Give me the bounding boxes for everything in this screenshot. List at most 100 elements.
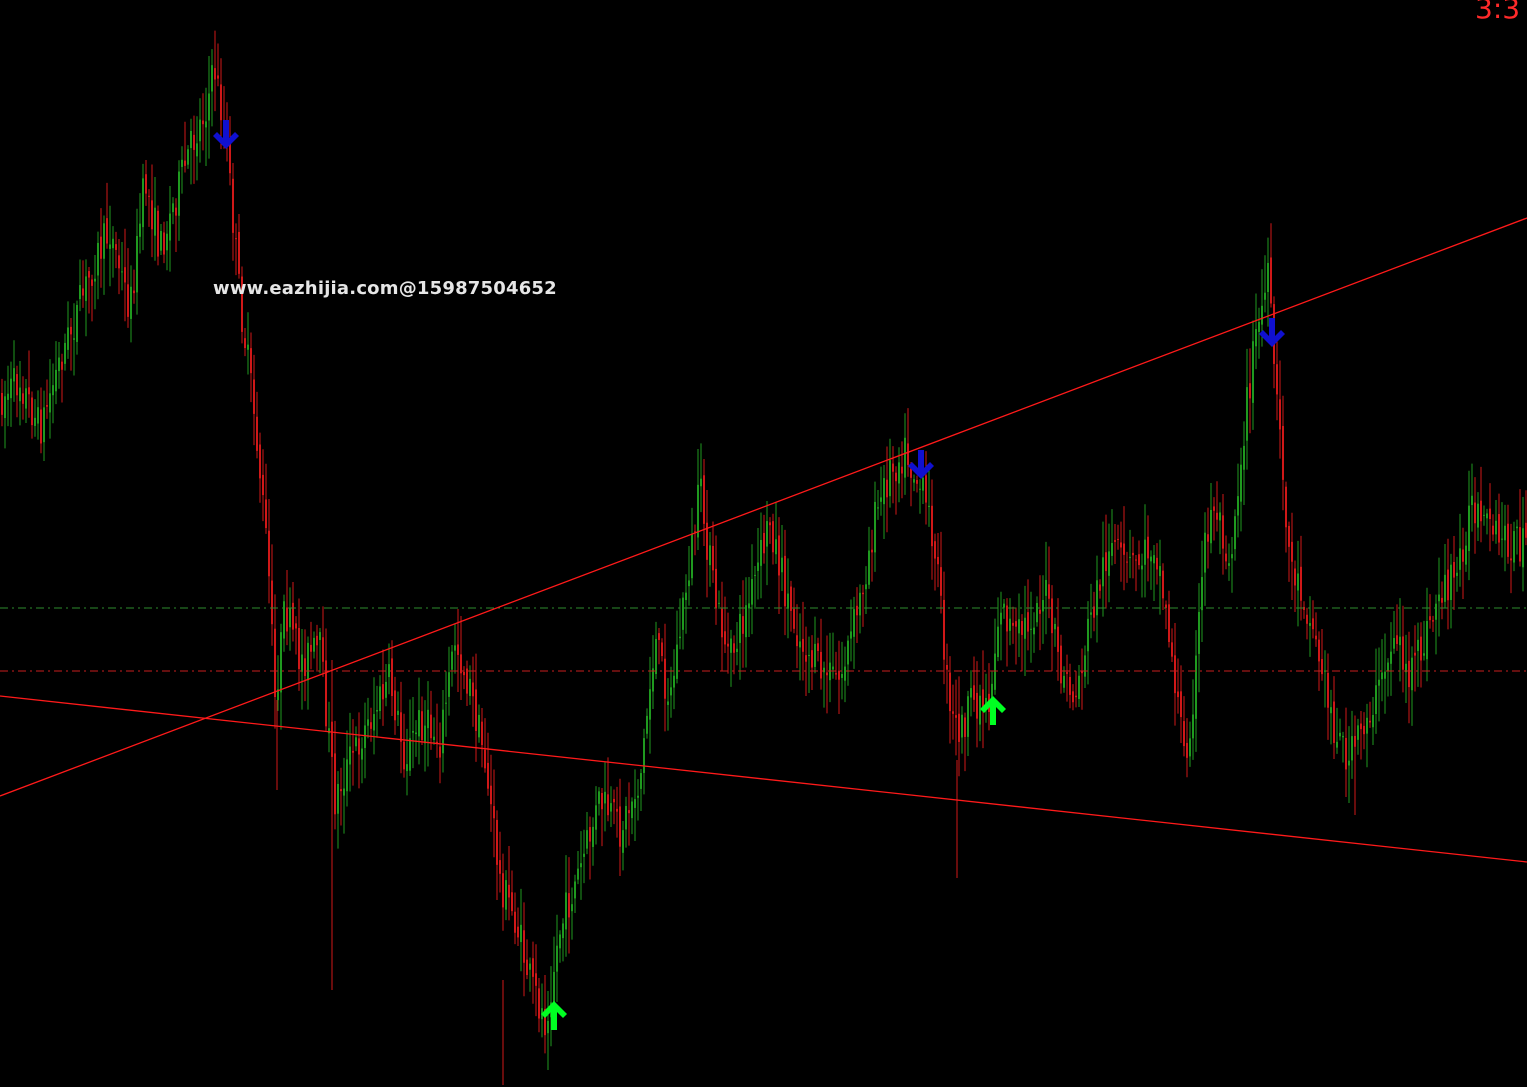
bull-candle	[73, 338, 75, 340]
bear-candle	[499, 860, 501, 874]
bear-candle	[157, 210, 159, 257]
bear-candle	[784, 555, 786, 607]
bull-candle	[427, 709, 429, 729]
bear-candle	[1291, 541, 1293, 562]
bear-candle	[901, 466, 903, 474]
bear-candle	[1135, 559, 1137, 561]
bear-candle	[1507, 523, 1509, 557]
bear-candle	[481, 721, 483, 746]
bull-candle	[1192, 714, 1194, 739]
bear-candle	[661, 642, 663, 657]
bull-candle	[865, 584, 867, 590]
bear-candle	[502, 873, 504, 908]
bull-candle	[556, 945, 558, 972]
bear-candle	[1075, 695, 1077, 698]
bull-candle	[757, 562, 759, 571]
bull-candle	[208, 93, 210, 121]
bear-candle	[1447, 569, 1449, 601]
bull-candle	[997, 626, 999, 658]
bear-candle	[955, 715, 957, 718]
bull-candle	[7, 393, 9, 400]
bear-candle	[238, 231, 240, 274]
bear-candle	[133, 290, 135, 294]
bear-candle	[496, 819, 498, 865]
bear-candle	[148, 195, 150, 197]
bull-candle	[307, 642, 309, 681]
bull-candle	[1078, 675, 1080, 700]
bear-candle	[46, 404, 48, 407]
bear-candle	[664, 658, 666, 699]
bull-candle	[67, 327, 69, 350]
bull-candle	[847, 640, 849, 665]
bear-candle	[802, 638, 804, 652]
bear-candle	[151, 200, 153, 230]
bear-candle	[1114, 540, 1116, 542]
bull-candle	[739, 613, 741, 643]
bull-candle	[979, 695, 981, 725]
bull-candle	[406, 764, 408, 772]
bull-candle	[289, 607, 291, 628]
bear-candle	[907, 443, 909, 465]
bull-candle	[898, 462, 900, 484]
bear-candle	[613, 798, 615, 803]
bull-candle	[1255, 329, 1257, 347]
bear-candle	[1441, 597, 1443, 603]
bull-candle	[643, 738, 645, 773]
bull-candle	[1111, 542, 1113, 556]
bull-candle	[1141, 565, 1143, 570]
bull-candle	[13, 368, 15, 382]
bear-candle	[295, 623, 297, 629]
bear-candle	[1126, 561, 1128, 563]
bull-candle	[4, 396, 6, 419]
bear-candle	[1216, 512, 1218, 520]
bear-candle	[1489, 508, 1491, 520]
bear-candle	[958, 713, 960, 742]
bull-candle	[688, 580, 690, 587]
bear-candle	[1369, 720, 1371, 723]
bear-candle	[1402, 636, 1404, 670]
bull-candle	[889, 460, 891, 497]
bear-candle	[1333, 701, 1335, 743]
bear-candle	[607, 794, 609, 816]
bull-candle	[700, 478, 702, 487]
bear-candle	[1168, 604, 1170, 643]
bear-candle	[733, 643, 735, 653]
bull-candle	[1330, 707, 1332, 714]
bull-candle	[10, 378, 12, 399]
bull-candle	[565, 892, 567, 930]
bear-candle	[1051, 598, 1053, 634]
bull-candle	[160, 230, 162, 251]
bull-candle	[637, 795, 639, 798]
bear-candle	[1186, 742, 1188, 758]
bear-candle	[1123, 543, 1125, 555]
bear-candle	[1138, 554, 1140, 566]
bear-candle	[763, 532, 765, 554]
bull-candle	[745, 605, 747, 638]
bear-candle	[1060, 645, 1062, 684]
bear-candle	[1180, 691, 1182, 718]
bear-candle	[1480, 500, 1482, 522]
bull-candle	[448, 672, 450, 697]
bull-candle	[775, 539, 777, 555]
bear-candle	[184, 160, 186, 166]
bull-candle	[187, 149, 189, 165]
bull-candle	[1423, 653, 1425, 656]
bull-candle	[433, 736, 435, 741]
bull-candle	[529, 963, 531, 970]
bear-candle	[1345, 737, 1347, 770]
bull-candle	[1336, 741, 1338, 748]
bear-candle	[817, 643, 819, 652]
bull-candle	[967, 696, 969, 737]
bull-candle	[994, 653, 996, 690]
bear-candle	[262, 474, 264, 496]
bull-candle	[1459, 548, 1461, 570]
bull-candle	[1297, 573, 1299, 591]
bear-candle	[1462, 549, 1464, 562]
bear-candle	[193, 134, 195, 150]
bull-candle	[364, 725, 366, 748]
bull-candle	[841, 673, 843, 678]
bear-candle	[100, 236, 102, 259]
bull-candle	[1264, 292, 1266, 300]
bear-candle	[1057, 626, 1059, 652]
bull-candle	[1261, 305, 1263, 325]
